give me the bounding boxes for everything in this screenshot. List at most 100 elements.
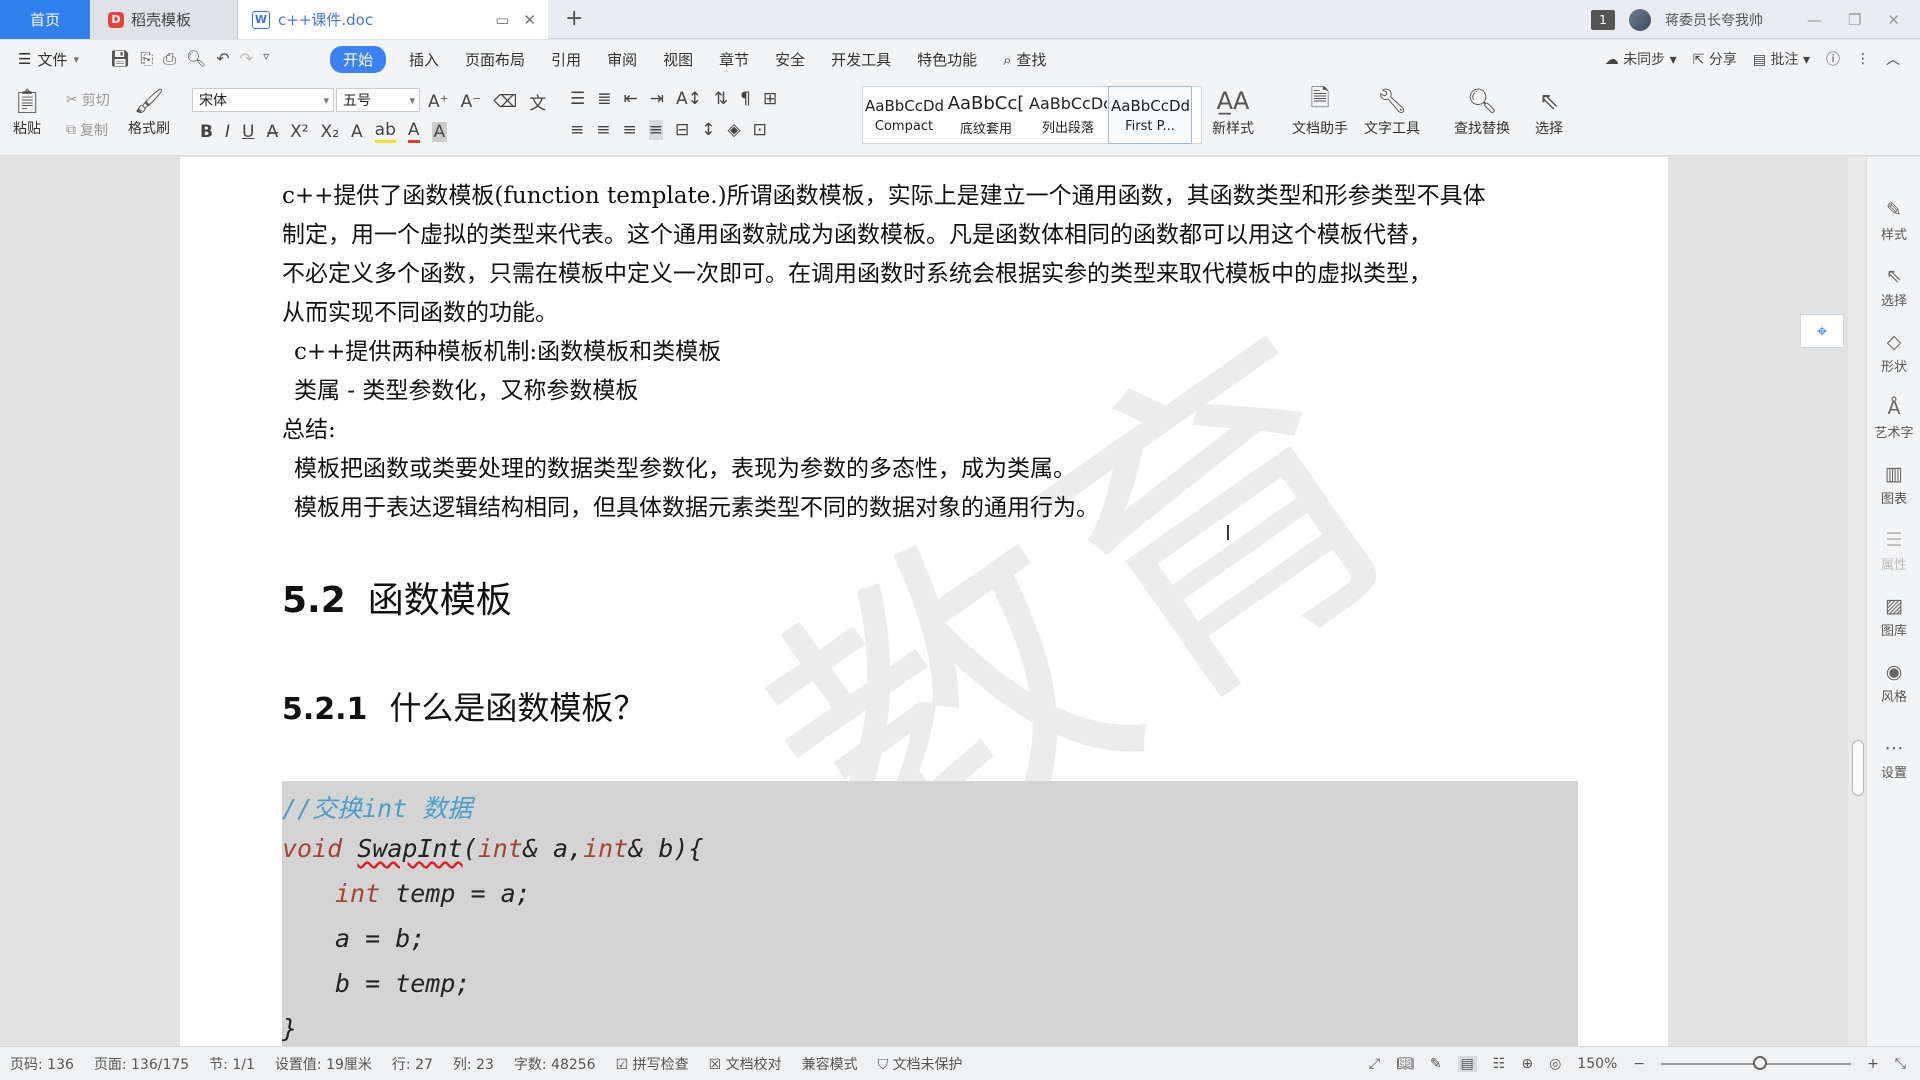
fullscreen-icon[interactable]: ⤢: [1369, 1056, 1380, 1072]
paragraph-line[interactable]: 不必定义多个函数，只需在模板中定义一次即可。在调用函数时系统会根据实参的类型来取…: [282, 255, 1432, 294]
protection-button[interactable]: ⛉ 文档未保护: [868, 1054, 973, 1074]
text-tools-button[interactable]: 🔧︎ 文字工具: [1364, 84, 1420, 138]
file-menu[interactable]: ☰ 文件 ▾: [0, 49, 110, 70]
code-block[interactable]: //交换int 数据 void SwapInt(int& a,int& b){ …: [282, 781, 1578, 1046]
menu-security[interactable]: 安全: [762, 49, 818, 70]
find-replace-button[interactable]: 🔍︎ 查找替换: [1454, 84, 1510, 138]
highlight-icon[interactable]: ab: [374, 120, 396, 143]
shading-icon[interactable]: ◈: [728, 120, 741, 140]
more-icon[interactable]: ⋮: [1856, 51, 1870, 67]
line-spacing-icon[interactable]: ↕: [701, 120, 715, 140]
borders-icon[interactable]: ⊡: [753, 120, 767, 140]
style-shading[interactable]: AaBbCc[底纹套用: [945, 87, 1027, 143]
menu-home[interactable]: 开始: [330, 45, 387, 73]
zoom-out-icon[interactable]: −: [1633, 1056, 1645, 1072]
document-area[interactable]: 教育 c++提供了函数模板(function template.)所谓函数模板，…: [0, 157, 1848, 1046]
status-section[interactable]: 节: 1/1: [199, 1054, 265, 1074]
close-window-icon[interactable]: ✕: [1887, 11, 1900, 29]
paragraph-line[interactable]: 制定，用一个虚拟的类型来代表。这个通用函数就成为函数模板。凡是函数体相同的函数都…: [282, 216, 1432, 255]
zoom-slider[interactable]: [1661, 1056, 1852, 1070]
save-icon[interactable]: 💾︎: [110, 49, 130, 69]
minimize-icon[interactable]: —: [1807, 11, 1822, 29]
tab-document[interactable]: W c++课件.doc ▭ ✕: [238, 0, 548, 39]
fit-window-icon[interactable]: ⤡: [1895, 1056, 1906, 1072]
close-tab-icon[interactable]: ✕: [523, 11, 536, 29]
heading-5-2[interactable]: 5.2 函数模板: [282, 571, 512, 623]
bullets-icon[interactable]: ☰: [570, 89, 585, 109]
scrollbar-thumb[interactable]: [1852, 740, 1864, 796]
font-name-select[interactable]: 宋体: [192, 88, 334, 112]
user-name[interactable]: 蒋委员长夸我帅: [1665, 10, 1763, 30]
comment-button[interactable]: ▤ 批注 ▾: [1753, 49, 1810, 69]
paragraph-line[interactable]: 模板把函数或类要处理的数据类型参数化，表现为参数的多态性，成为类属。: [294, 450, 1076, 489]
char-shading-icon[interactable]: A: [431, 121, 448, 142]
sidebar-item-gallery[interactable]: ▨ 图库: [1867, 595, 1920, 639]
justify-icon[interactable]: ≡: [648, 120, 663, 140]
status-page-number[interactable]: 页码: 136: [0, 1054, 84, 1074]
menu-insert[interactable]: 插入: [396, 49, 452, 70]
redo-icon[interactable]: ↷: [240, 49, 253, 69]
status-setting-value[interactable]: 设置值: 19厘米: [265, 1054, 382, 1074]
text-effect-icon[interactable]: A: [351, 122, 363, 142]
customize-icon[interactable]: ▿: [263, 49, 269, 69]
sidebar-item-wordart[interactable]: Å 艺术字: [1867, 397, 1920, 441]
status-word-count[interactable]: 字数: 48256: [504, 1054, 606, 1074]
sidebar-item-theme[interactable]: ◉ 风格: [1867, 661, 1920, 705]
menu-references[interactable]: 引用: [538, 49, 594, 70]
paragraph-line[interactable]: 从而实现不同函数的功能。: [282, 294, 558, 333]
sort-icon[interactable]: ⇅: [714, 89, 728, 109]
clear-format-icon[interactable]: ⌫: [493, 92, 517, 112]
paragraph-line[interactable]: 模板用于表达逻辑结构相同，但具体数据元素类型不同的数据对象的通用行为。: [294, 489, 1099, 528]
page-view-icon[interactable]: ▤: [1457, 1056, 1477, 1072]
sidebar-item-style[interactable]: ✎ 样式: [1867, 199, 1920, 243]
sidebar-item-settings[interactable]: ⋯ 设置: [1867, 737, 1920, 781]
export-icon[interactable]: ⎘: [140, 49, 153, 69]
style-compact[interactable]: AaBbCcDd Compact: [863, 87, 945, 143]
decrease-indent-icon[interactable]: ⇤: [624, 89, 638, 109]
paragraph-line[interactable]: c++提供两种模板机制:函数模板和类模板: [294, 333, 721, 372]
chinese-layout-icon[interactable]: A↕: [676, 89, 702, 109]
help-icon[interactable]: ⓘ: [1826, 49, 1840, 69]
cut-button[interactable]: ✂ 剪切: [66, 90, 110, 110]
zoom-in-icon[interactable]: +: [1867, 1056, 1879, 1072]
eye-protect-icon[interactable]: ◎: [1549, 1056, 1561, 1072]
pin-tab-icon[interactable]: ▭: [495, 11, 509, 29]
underline-icon[interactable]: U: [242, 122, 254, 142]
menu-features[interactable]: 特色功能: [904, 49, 990, 70]
subscript-icon[interactable]: X₂: [321, 122, 339, 142]
tab-home[interactable]: 首页: [0, 0, 90, 39]
phonetic-icon[interactable]: 文: [529, 89, 546, 114]
table-border-icon[interactable]: ⊞: [763, 89, 777, 109]
numbering-icon[interactable]: ≣: [597, 89, 611, 109]
paragraph-line[interactable]: 类属 - 类型参数化，又称参数模板: [294, 372, 638, 411]
status-pages[interactable]: 页面: 136/175: [84, 1054, 199, 1074]
format-painter-button[interactable]: 🖌︎ 格式刷: [128, 84, 170, 138]
menu-view[interactable]: 视图: [650, 49, 706, 70]
menu-page-layout[interactable]: 页面布局: [452, 49, 538, 70]
style-first-paragraph[interactable]: AaBbCcDd First P...: [1108, 86, 1192, 144]
bold-icon[interactable]: B: [200, 122, 213, 142]
increase-indent-icon[interactable]: ⇥: [650, 89, 664, 109]
doc-helper-button[interactable]: 🗎︎ 文档助手: [1292, 84, 1348, 138]
zoom-level[interactable]: 150%: [1577, 1056, 1617, 1072]
print-preview-icon[interactable]: 🔍︎: [186, 49, 206, 69]
italic-icon[interactable]: I: [225, 122, 230, 142]
avatar[interactable]: [1628, 8, 1651, 31]
paragraph-line[interactable]: c++提供了函数模板(function template.)所谓函数模板，实际上…: [282, 177, 1486, 216]
document-page[interactable]: 教育 c++提供了函数模板(function template.)所谓函数模板，…: [180, 157, 1668, 1046]
sidebar-item-shape[interactable]: ◇ 形状: [1867, 331, 1920, 375]
status-column[interactable]: 列: 23: [443, 1054, 504, 1074]
font-color-icon[interactable]: A: [407, 120, 420, 143]
align-right-icon[interactable]: ≡: [623, 120, 637, 140]
strikethrough-icon[interactable]: A̶: [266, 122, 278, 142]
tab-daoke-templates[interactable]: D 稻壳模板: [90, 0, 238, 39]
show-marks-icon[interactable]: ¶: [740, 89, 751, 109]
location-pin-icon[interactable]: ⌖: [1800, 314, 1844, 348]
outline-view-icon[interactable]: ☷: [1493, 1056, 1506, 1072]
restore-icon[interactable]: ❐: [1848, 11, 1861, 29]
font-size-select[interactable]: 五号: [336, 88, 420, 112]
spell-check-button[interactable]: ☑ 拼写检查: [606, 1054, 699, 1074]
menu-search[interactable]: ⌕ 查找: [990, 49, 1059, 70]
copy-button[interactable]: ⧉ 复制: [66, 120, 108, 140]
new-tab-button[interactable]: +: [565, 6, 583, 31]
